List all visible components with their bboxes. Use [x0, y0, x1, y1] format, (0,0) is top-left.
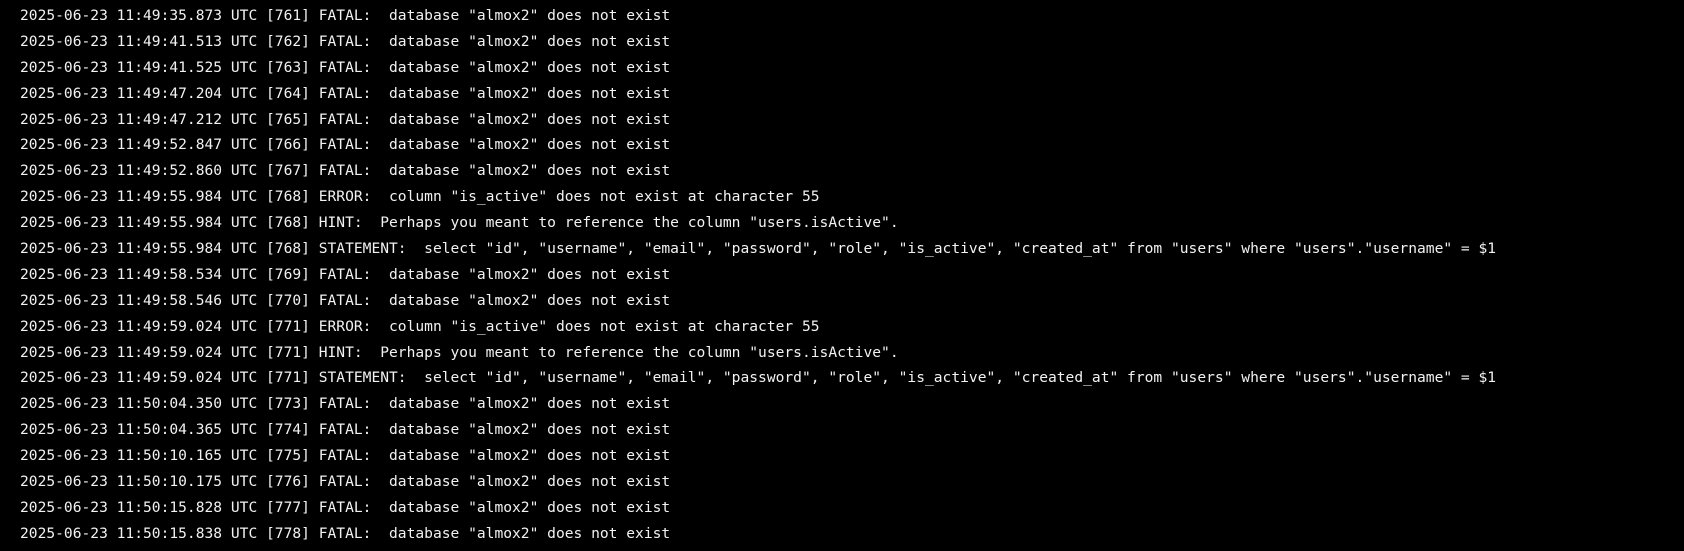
log-line: 2025-06-23 11:50:10.165 UTC [775] FATAL:…: [20, 447, 671, 465]
log-line: 2025-06-23 11:49:41.513 UTC [762] FATAL:…: [20, 32, 671, 50]
log-line: 2025-06-23 11:49:52.847 UTC [766] FATAL:…: [20, 136, 671, 154]
log-line: 2025-06-23 11:49:55.984 UTC [768] ERROR:…: [20, 188, 820, 206]
log-output: 2025-06-23 11:49:35.873 UTC [761] FATAL:…: [20, 3, 1496, 547]
log-line: 2025-06-23 11:49:58.534 UTC [769] FATAL:…: [20, 265, 671, 283]
terminal-window[interactable]: 2025-06-23 11:49:35.873 UTC [761] FATAL:…: [0, 0, 1684, 551]
log-line: 2025-06-23 11:49:59.024 UTC [771] HINT: …: [20, 343, 899, 361]
log-line: 2025-06-23 11:49:47.212 UTC [765] FATAL:…: [20, 110, 671, 128]
log-line: 2025-06-23 11:50:04.365 UTC [774] FATAL:…: [20, 421, 671, 439]
log-line: 2025-06-23 11:50:10.175 UTC [776] FATAL:…: [20, 473, 671, 491]
log-line: 2025-06-23 11:50:04.350 UTC [773] FATAL:…: [20, 395, 671, 413]
log-line: 2025-06-23 11:49:47.204 UTC [764] FATAL:…: [20, 84, 671, 102]
log-line: 2025-06-23 11:49:59.024 UTC [771] ERROR:…: [20, 317, 820, 335]
log-line: 2025-06-23 11:49:58.546 UTC [770] FATAL:…: [20, 291, 671, 309]
log-line: 2025-06-23 11:50:15.838 UTC [778] FATAL:…: [20, 524, 671, 542]
log-line: 2025-06-23 11:50:15.828 UTC [777] FATAL:…: [20, 498, 671, 516]
log-line: 2025-06-23 11:49:52.860 UTC [767] FATAL:…: [20, 162, 671, 180]
log-line: 2025-06-23 11:49:35.873 UTC [761] FATAL:…: [20, 7, 671, 24]
log-line: 2025-06-23 11:49:59.024 UTC [771] STATEM…: [20, 369, 1497, 387]
log-line: 2025-06-23 11:49:55.984 UTC [768] STATEM…: [20, 240, 1497, 258]
log-line: 2025-06-23 11:49:55.984 UTC [768] HINT: …: [20, 214, 899, 232]
log-line: 2025-06-23 11:49:41.525 UTC [763] FATAL:…: [20, 58, 671, 76]
